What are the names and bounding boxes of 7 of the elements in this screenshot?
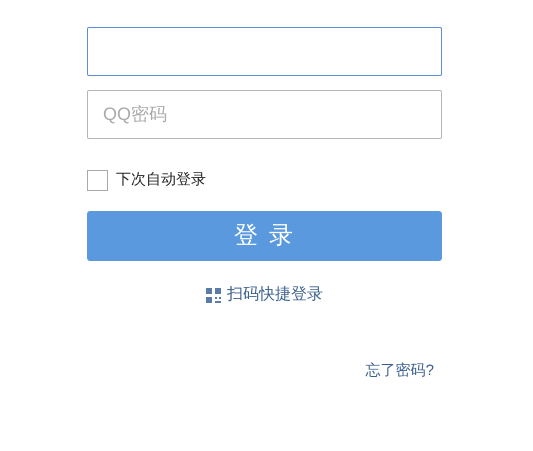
checkbox[interactable] (87, 170, 108, 190)
qr-login-link[interactable]: 扫码快捷登录 (227, 283, 323, 307)
username-field[interactable] (87, 27, 442, 76)
remember-label: 下次自动登录 (116, 170, 206, 190)
forgot-password-link[interactable]: 忘了密码? (366, 360, 434, 382)
password-field[interactable]: QQ密码 (87, 90, 442, 139)
qr-code-icon (206, 288, 221, 302)
